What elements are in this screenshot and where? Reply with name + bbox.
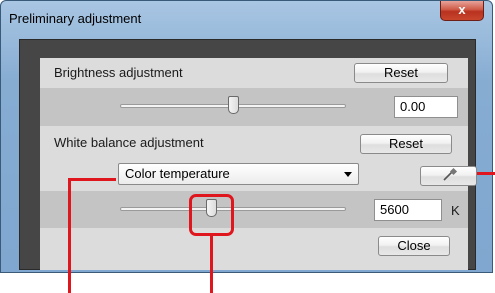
white-balance-reset-button[interactable]: Reset [360, 134, 452, 154]
eyedropper-icon [443, 167, 458, 181]
slider-highlight-box [189, 194, 234, 236]
window-close-button[interactable]: x [440, 1, 484, 21]
callout-line-slider-vertical [210, 236, 213, 293]
callout-line-mode-vertical [68, 178, 71, 293]
close-button[interactable]: Close [378, 236, 450, 256]
chevron-down-icon [344, 172, 352, 177]
window-title: Preliminary adjustment [9, 11, 142, 26]
white-balance-label: White balance adjustment [54, 135, 204, 150]
dialog-body: Brightness adjustment Reset 0.00 White b… [19, 39, 477, 270]
brightness-slider-thumb[interactable] [228, 96, 239, 114]
eyedropper-button[interactable] [420, 166, 477, 186]
dialog-window: Preliminary adjustment x Brightness adju… [0, 0, 493, 273]
white-balance-mode-value: Color temperature [125, 166, 230, 181]
brightness-reset-button[interactable]: Reset [354, 63, 448, 83]
callout-line-mode-horizontal [68, 178, 116, 181]
title-bar[interactable]: Preliminary adjustment x [1, 1, 492, 35]
brightness-value-field[interactable]: 0.00 [394, 96, 458, 118]
temperature-value-field[interactable]: 5600 [374, 199, 442, 221]
temperature-unit: K [451, 203, 460, 218]
adjustment-panel: Brightness adjustment Reset 0.00 White b… [40, 58, 477, 270]
callout-line-eyedropper [477, 172, 495, 175]
brightness-label: Brightness adjustment [54, 65, 183, 80]
white-balance-mode-select[interactable]: Color temperature [118, 163, 359, 185]
close-icon: x [458, 2, 466, 17]
